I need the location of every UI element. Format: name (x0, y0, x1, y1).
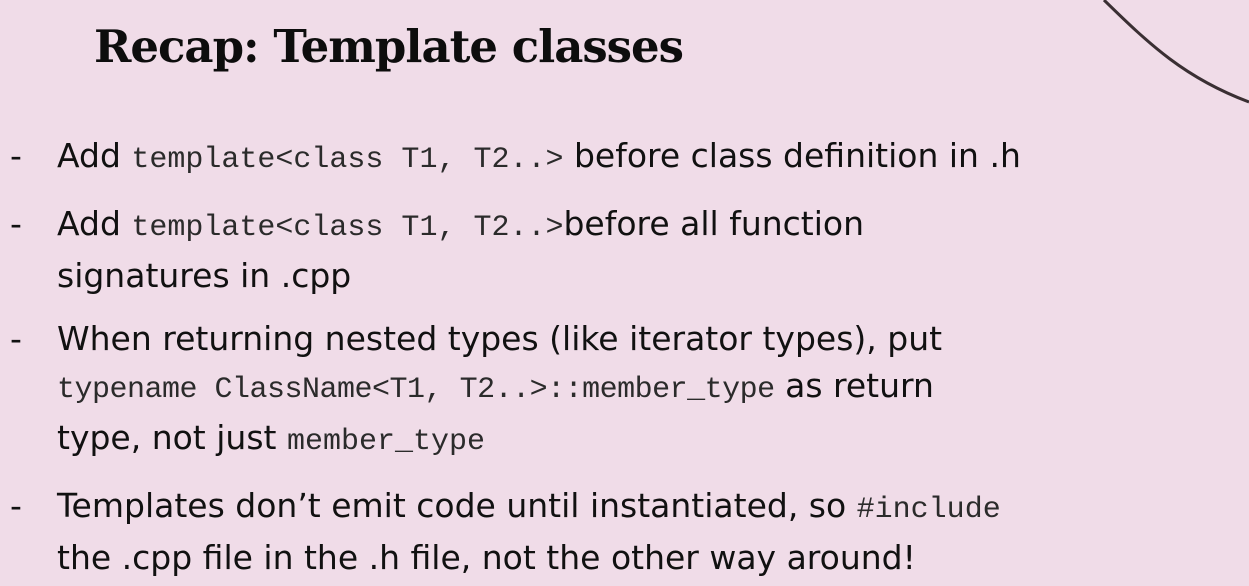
code-snippet: #include (856, 493, 1001, 527)
bullet-item: - When returning nested types (like iter… (0, 315, 1249, 466)
bullet-line: the .cpp file in the .h file, not the ot… (57, 534, 1249, 581)
bullet-text: the .cpp file in the .h file, not the ot… (57, 538, 916, 577)
bullet-text: signatures in .cpp (57, 256, 352, 295)
bullet-item: - Templates don’t emit code until instan… (0, 482, 1249, 581)
bullet-line: When returning nested types (like iterat… (57, 315, 1249, 362)
bullet-text: type, not just (57, 418, 287, 457)
bullet-marker: - (10, 136, 22, 175)
bullet-line: typename ClassName<T1, T2..>::member_typ… (57, 362, 1249, 414)
bullet-line: Add template<class T1, T2..>before all f… (57, 200, 1249, 252)
bullet-line: type, not just member_type (57, 414, 1249, 466)
bullet-text: Add (57, 204, 132, 243)
code-snippet: member_type (286, 425, 485, 459)
bullet-item: - Add template<class T1, T2..>before all… (0, 200, 1249, 299)
code-snippet: template<class T1, T2..> (131, 143, 564, 177)
bullet-text: as return (774, 366, 934, 405)
bullet-text: before all function (563, 204, 865, 243)
code-snippet: typename ClassName<T1, T2..>::member_typ… (57, 373, 775, 407)
bullet-marker: - (10, 486, 22, 525)
bullet-line: Add template<class T1, T2..> before clas… (57, 132, 1249, 184)
bullet-marker: - (10, 319, 22, 358)
bullet-line: Templates don’t emit code until instanti… (57, 482, 1249, 534)
bullet-list: - Add template<class T1, T2..> before cl… (0, 132, 1249, 581)
bullet-item: - Add template<class T1, T2..> before cl… (0, 132, 1249, 184)
bullet-text: before class definition in .h (563, 136, 1021, 175)
code-snippet: template<class T1, T2..> (131, 211, 564, 245)
bullet-marker: - (10, 204, 22, 243)
bullet-text: Templates don’t emit code until instanti… (57, 486, 857, 525)
bullet-text: When returning nested types (like iterat… (57, 319, 943, 358)
slide-title: Recap: Template classes (94, 20, 684, 73)
bullet-text: Add (57, 136, 132, 175)
bullet-line: signatures in .cpp (57, 252, 1249, 299)
